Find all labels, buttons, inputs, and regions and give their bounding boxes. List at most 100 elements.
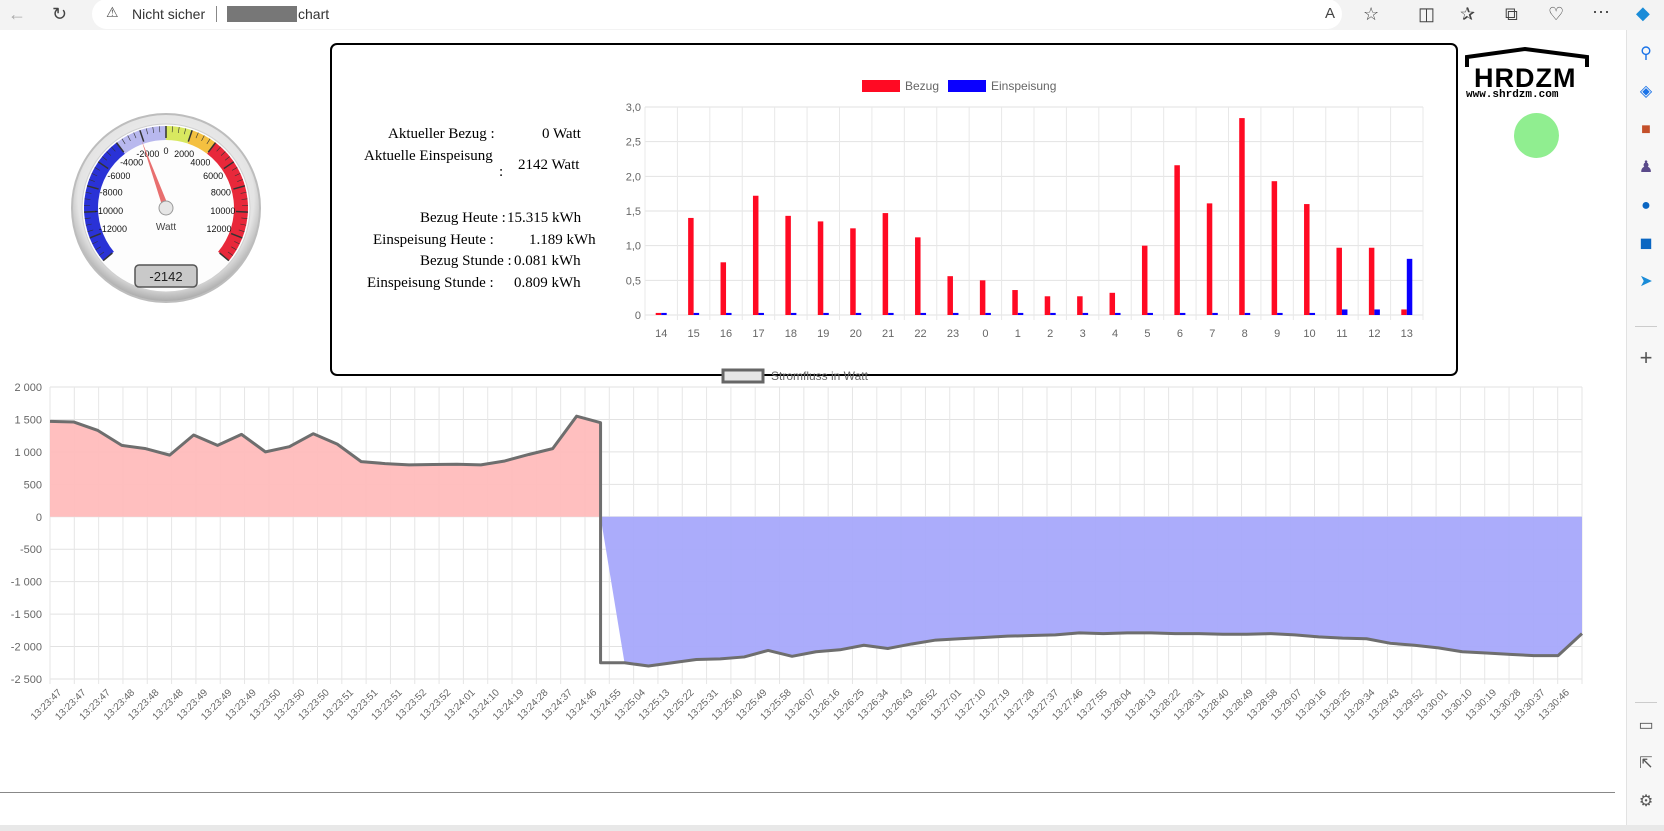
bar-export	[1277, 312, 1283, 315]
bar-x-tick-label: 17	[752, 328, 764, 340]
bar-x-tick-label: 10	[1303, 328, 1315, 340]
bar-export	[1244, 312, 1251, 315]
area-y-tick-label: 2 000	[14, 382, 42, 394]
bar-export	[1050, 312, 1056, 315]
bar-x-tick-label: 15	[688, 328, 700, 340]
outlook-icon[interactable]: ◼	[1636, 234, 1656, 254]
search-icon[interactable]: ⚲	[1636, 44, 1656, 64]
legend-label: Einspeisung	[991, 79, 1056, 93]
warning-icon[interactable]: ⚠	[106, 4, 119, 21]
browser-essentials-icon[interactable]: ♡	[1548, 4, 1564, 24]
more-menu-icon[interactable]: ⋯	[1592, 2, 1610, 22]
bar-export	[790, 312, 797, 315]
bar-export	[1179, 312, 1186, 315]
bar-y-tick-label: 3,0	[626, 102, 641, 114]
area-y-tick-label: 500	[24, 479, 42, 491]
area-import-fill	[50, 416, 601, 517]
copilot-icon[interactable]: ◆	[1636, 3, 1650, 23]
gauge-scale-label: -4000	[120, 158, 143, 168]
bar-import	[1012, 290, 1018, 315]
export-hour-label: Einspeisung Stunde :	[367, 275, 494, 291]
import-today-value: 15.315 kWh	[507, 210, 582, 226]
taskbar-strip	[0, 825, 1664, 831]
send-icon[interactable]: ➤	[1636, 272, 1656, 292]
area-y-tick-label: -500	[20, 544, 42, 556]
favorites-icon[interactable]: ✰	[1460, 4, 1475, 24]
collections-icon[interactable]: ⧉	[1505, 4, 1518, 24]
area-y-tick-label: -2 500	[11, 674, 42, 686]
current-export-value: 2142 Watt	[518, 157, 580, 173]
bar-export	[726, 312, 732, 315]
bar-import	[817, 221, 824, 315]
bar-x-tick-label: 14	[655, 328, 667, 340]
area-y-tick-label: -1 000	[11, 577, 42, 589]
bar-import	[1239, 118, 1245, 315]
gauge-scale-label: 4000	[190, 158, 210, 168]
gauge-unit-label: Watt	[156, 222, 176, 233]
add-icon[interactable]: +	[1636, 347, 1656, 369]
bar-import	[785, 215, 791, 315]
bar-export	[1212, 312, 1218, 315]
current-export-colon: :	[499, 164, 504, 180]
sidebar-toggle-icon[interactable]: ▭	[1636, 716, 1656, 736]
bar-import	[688, 217, 694, 315]
bar-x-tick-label: 6	[1177, 328, 1183, 340]
tools-icon[interactable]: ■	[1636, 120, 1656, 140]
bar-import	[1206, 203, 1213, 315]
legend-swatch	[862, 80, 900, 92]
area-y-tick-label: 0	[36, 512, 42, 524]
import-hour-label: Bezug Stunde :	[420, 253, 512, 269]
bar-import	[947, 276, 953, 315]
current-export-label: Aktuelle Einspeisung	[364, 148, 493, 164]
back-arrow-icon[interactable]: ←	[8, 4, 26, 24]
not-secure-label[interactable]: Nicht sicher	[132, 6, 205, 22]
export-today-value: 1.189 kWh	[529, 232, 596, 248]
area-y-tick-label: -2 000	[11, 642, 42, 654]
sidebar-divider	[1635, 326, 1657, 327]
shopping-tag-icon[interactable]: ◈	[1636, 82, 1656, 102]
bar-import	[1336, 247, 1342, 315]
redacted-host	[227, 6, 297, 22]
open-external-icon[interactable]: ⇱	[1636, 754, 1656, 774]
read-aloud-icon[interactable]: A	[1325, 4, 1335, 24]
office-icon[interactable]: ●	[1636, 196, 1656, 216]
bar-x-tick-label: 0	[982, 328, 988, 340]
bar-export	[823, 312, 829, 315]
bar-x-tick-label: 7	[1209, 328, 1215, 340]
bar-y-tick-label: 0	[635, 310, 641, 322]
bar-x-tick-label: 3	[1080, 328, 1086, 340]
bar-x-tick-label: 21	[882, 328, 894, 340]
games-icon[interactable]: ♟	[1636, 158, 1656, 178]
bar-x-tick-label: 8	[1242, 328, 1248, 340]
status-indicator	[1514, 113, 1559, 158]
favorite-star-icon[interactable]: ☆	[1363, 4, 1379, 24]
bar-y-tick-label: 1,0	[626, 241, 641, 253]
bar-export	[693, 312, 700, 315]
bar-export	[855, 312, 862, 315]
current-import-label: Aktueller Bezug :	[388, 126, 495, 142]
bar-export	[1017, 312, 1024, 315]
bar-export	[920, 312, 927, 315]
browser-sidebar: ⚲ ◈ ■ ♟ ● ◼ ➤ + ▭ ⇱ ⚙	[1626, 30, 1664, 831]
page-divider	[0, 792, 1615, 793]
settings-gear-icon[interactable]: ⚙	[1636, 792, 1656, 812]
sidebar-divider-bottom	[1635, 702, 1657, 703]
url-path[interactable]: chart	[298, 6, 329, 22]
bar-import	[1174, 165, 1180, 315]
bar-import	[882, 213, 889, 315]
bar-y-tick-label: 2,0	[626, 171, 641, 183]
browser-toolbar: ← ↻ ⚠ Nicht sicher chart A ☆ ◫ ✰ ⧉ ♡ ⋯ ◆	[0, 0, 1664, 30]
bar-x-tick-label: 13	[1401, 328, 1413, 340]
area-legend-label: Stromfluss in Watt	[771, 369, 869, 383]
reload-icon[interactable]: ↻	[52, 4, 67, 24]
area-y-tick-label: 1 000	[14, 447, 42, 459]
bar-x-tick-label: 23	[947, 328, 959, 340]
bar-import	[1109, 292, 1116, 315]
bar-export	[1115, 312, 1121, 315]
gauge-scale-label: 10000	[210, 206, 235, 216]
address-separator	[216, 6, 217, 22]
bar-export	[1147, 312, 1153, 315]
power-flow-area-chart: 2 000 1 500 1 000 500 0 -500 -1 000 -1 500 -2 00…	[11, 368, 1584, 723]
split-screen-icon[interactable]: ◫	[1418, 4, 1435, 24]
gauge-needle-hub	[158, 200, 174, 216]
